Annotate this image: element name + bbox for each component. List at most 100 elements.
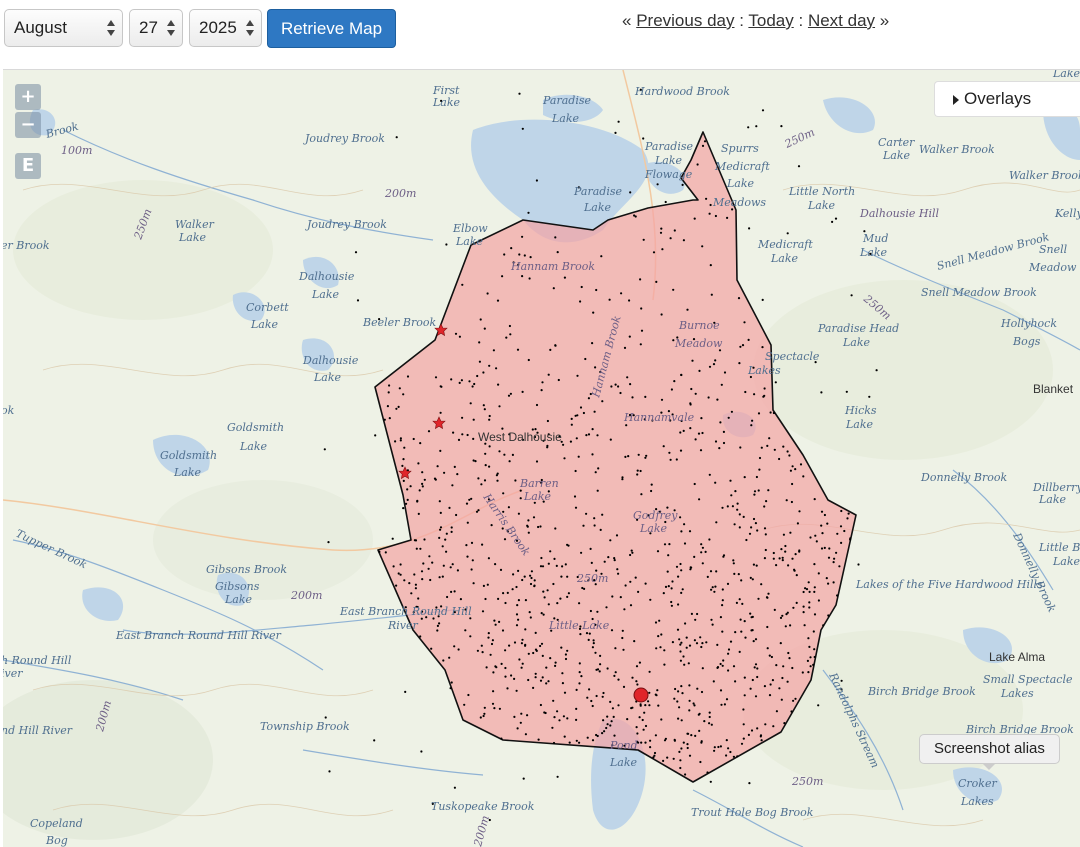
observation-dot [708,722,711,725]
observation-dot [543,596,546,599]
next-day-link[interactable]: Next day [808,11,875,30]
observation-dot [529,582,533,586]
observation-dot [741,344,745,347]
observation-dot [716,643,719,647]
observation-dot [788,657,791,660]
map-label: Lake [770,252,799,265]
map-label: Walker Brook [919,143,995,156]
observation-dot [808,601,811,604]
zoom-out-button[interactable]: − [15,112,41,138]
map-extra-button[interactable]: E [15,153,41,179]
observation-dot [466,521,469,524]
screenshot-alias-tooltip[interactable]: Screenshot alias [919,734,1060,770]
observation-dot [510,674,513,677]
observation-dot [598,670,601,673]
observation-dot [549,657,552,660]
map-label: Mud [862,232,888,245]
observation-dot [693,217,696,220]
observation-dot [747,126,750,129]
observation-dot [679,659,683,662]
observation-dot [680,719,683,722]
coverage-polygon [374,131,857,783]
observation-dot [705,197,708,200]
observation-dot [402,458,405,461]
observation-dot [399,437,402,440]
observation-dot [741,602,744,606]
observation-dot [642,728,645,731]
observation-dot [439,411,442,414]
previous-day-link[interactable]: Previous day [636,11,734,30]
daynav-prefix: « [622,11,632,30]
observation-dot [666,570,669,573]
observation-dot [323,448,326,451]
observation-dot [678,638,681,641]
observation-dot [614,671,617,674]
observation-dot [481,543,484,546]
map-label: Hardwood Brook [634,85,730,98]
observation-dot [527,211,530,214]
observation-dot [763,387,766,390]
observation-dot [791,557,794,560]
today-link[interactable]: Today [748,11,793,30]
observation-dot [648,670,651,673]
observation-dot [636,732,639,735]
observation-dot [418,489,421,492]
map-label: Hicks [844,404,877,417]
observation-dot [482,584,485,588]
observation-dot [766,625,769,629]
observation-dot [785,613,788,616]
observation-dot [414,587,417,590]
observation-dot [461,416,464,419]
month-select[interactable]: August [4,9,123,47]
observation-dot [725,698,729,701]
day-select[interactable]: 27 [129,9,183,47]
observation-dot [501,275,504,278]
observation-dot [421,471,424,474]
observation-dot [530,576,533,580]
observation-dot [564,657,568,661]
observation-dot [677,690,680,693]
observation-dot [780,125,783,128]
observation-dot [507,506,510,509]
observation-dot [589,547,592,550]
map-label: Lake [313,371,342,384]
map-view[interactable]: First Lake Paradise Lake Hardwood Brook … [3,69,1080,847]
observation-dot [713,590,716,593]
observation-dot [628,299,631,302]
observation-dot [468,380,471,383]
observation-dot [507,394,511,397]
observation-dot [581,586,584,590]
observation-dot [417,597,420,600]
observation-dot [758,456,762,460]
observation-dot [823,546,826,549]
retrieve-map-button[interactable]: Retrieve Map [267,9,396,48]
zoom-in-button[interactable]: + [15,84,41,110]
observation-dot [482,404,485,407]
observation-dot [564,653,568,656]
overlays-toggle[interactable]: Overlays [934,81,1080,117]
observation-dot [681,692,684,695]
location-marker[interactable] [633,687,649,703]
observation-dot [783,722,786,725]
observation-dot [609,438,612,441]
observation-dot [617,385,620,388]
observation-dot [789,469,793,472]
observation-dot [460,379,463,382]
observation-dot [503,253,506,256]
observation-dot [420,570,424,573]
observation-dot [453,465,456,468]
observation-dot [517,512,521,515]
map-label: Lake [726,177,755,190]
observation-dot [478,341,481,344]
observation-dot [631,551,634,554]
observation-dot [760,583,763,586]
year-select[interactable]: 2025 [189,9,262,47]
observation-dot [768,694,772,697]
observation-dot [786,680,789,683]
observation-dot [807,671,810,674]
observation-dot [611,707,615,710]
map-label: Bog [45,834,68,847]
observation-dot [501,629,505,632]
observation-dot [673,229,676,232]
observation-dot [775,564,778,567]
